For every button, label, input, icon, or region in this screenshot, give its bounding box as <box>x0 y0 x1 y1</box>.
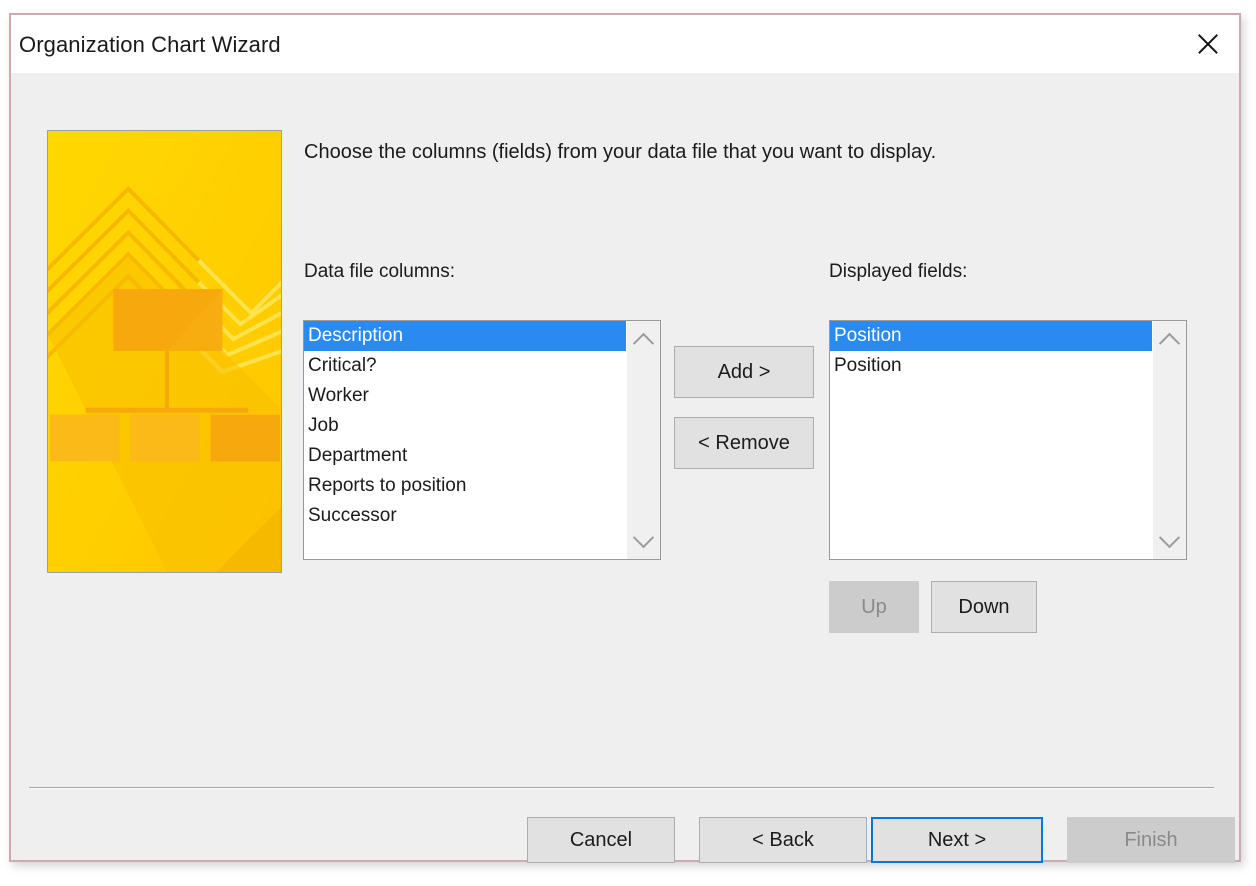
list-item[interactable]: Reports to position <box>304 471 626 501</box>
close-button[interactable] <box>1177 15 1239 73</box>
remove-button[interactable]: < Remove <box>674 417 814 469</box>
list-item[interactable]: Worker <box>304 381 626 411</box>
org-chart-illustration-icon <box>48 131 281 572</box>
list-item[interactable]: Successor <box>304 501 626 531</box>
data-file-columns-listbox[interactable]: Description Critical? Worker Job Departm… <box>303 320 661 560</box>
close-icon <box>1195 31 1221 57</box>
displayed-fields-scrollbar[interactable] <box>1152 321 1186 559</box>
scroll-up-button[interactable] <box>1153 327 1186 354</box>
data-file-columns-list[interactable]: Description Critical? Worker Job Departm… <box>304 321 626 559</box>
displayed-fields-label: Displayed fields: <box>829 261 968 282</box>
finish-button[interactable]: Finish <box>1067 817 1235 863</box>
list-item[interactable]: Description <box>304 321 626 351</box>
list-item[interactable]: Critical? <box>304 351 626 381</box>
dialog-body: Choose the columns (fields) from your da… <box>11 73 1239 863</box>
displayed-fields-list[interactable]: Position Position <box>830 321 1152 559</box>
displayed-fields-listbox[interactable]: Position Position <box>829 320 1187 560</box>
data-file-columns-label: Data file columns: <box>304 261 456 282</box>
cancel-button[interactable]: Cancel <box>527 817 675 863</box>
footer-separator <box>29 787 1214 788</box>
screen: Organization Chart Wizard Choose the col… <box>0 0 1256 886</box>
window-title: Organization Chart Wizard <box>19 32 281 57</box>
scroll-down-button[interactable] <box>627 526 660 553</box>
chevron-down-icon <box>632 526 655 548</box>
chevron-down-icon <box>1158 526 1181 548</box>
title-bar: Organization Chart Wizard <box>11 15 1239 73</box>
chevron-up-icon <box>1158 332 1181 354</box>
list-item[interactable]: Department <box>304 441 626 471</box>
list-item[interactable]: Position <box>830 351 1152 381</box>
next-button[interactable]: Next > <box>871 817 1043 863</box>
scroll-down-button[interactable] <box>1153 526 1186 553</box>
wizard-banner-image <box>47 130 282 573</box>
list-item[interactable]: Position <box>830 321 1152 351</box>
list-item[interactable]: Job <box>304 411 626 441</box>
instruction-text: Choose the columns (fields) from your da… <box>304 141 937 163</box>
back-button[interactable]: < Back <box>699 817 867 863</box>
chevron-up-icon <box>632 332 655 354</box>
data-file-columns-scrollbar[interactable] <box>626 321 660 559</box>
add-button[interactable]: Add > <box>674 346 814 398</box>
organization-chart-wizard-dialog: Organization Chart Wizard Choose the col… <box>9 13 1241 863</box>
move-up-button[interactable]: Up <box>829 581 919 633</box>
scroll-up-button[interactable] <box>627 327 660 354</box>
move-down-button[interactable]: Down <box>931 581 1037 633</box>
